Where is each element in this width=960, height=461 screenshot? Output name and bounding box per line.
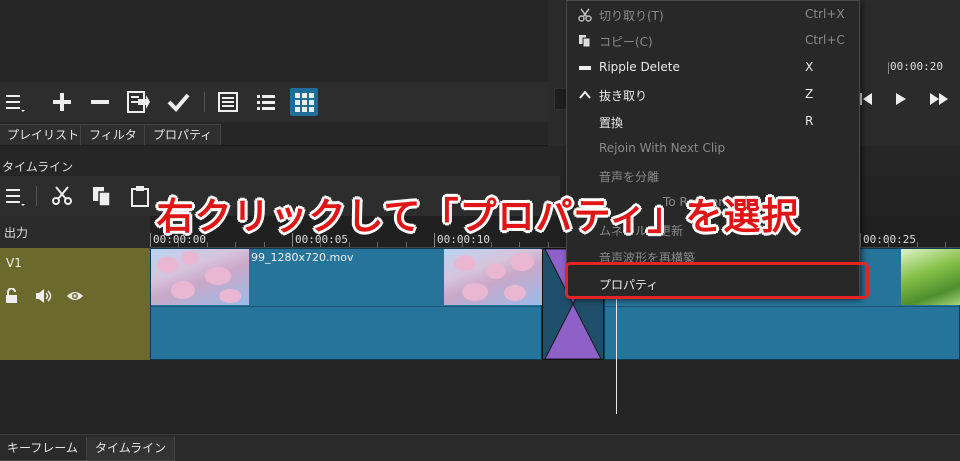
dock-tabs: プレイリスト フィルタ プロパティ [0, 122, 548, 146]
context-menu: 切り取り(T) Ctrl+X コピー(C) Ctrl+C Ripple Dele… [566, 0, 860, 298]
menu-item-label: 音声を分離 [599, 170, 660, 184]
bottom-tabs: キーフレーム タイムライン [0, 434, 960, 461]
list-view-icon[interactable] [252, 88, 280, 116]
menu-item-label: Rejoin With Next Clip [599, 141, 726, 155]
tab-properties[interactable]: プロパティ [144, 124, 222, 145]
tab-filters[interactable]: フィルタ [80, 124, 146, 145]
tiles-view-icon[interactable] [290, 88, 318, 116]
instruction-caption: 右クリックして「プロパティ」を選択 [156, 195, 800, 238]
toolbar-separator [36, 186, 37, 206]
ruler-label: 00:00:25 [863, 233, 916, 246]
clip-name: 99_1280x720.mov [251, 251, 354, 264]
menu-item-shortcut: Ctrl+C [805, 33, 845, 47]
ruler-tick [917, 242, 918, 247]
eye-icon[interactable] [66, 288, 84, 304]
ruler-tick [491, 242, 492, 247]
ruler-tick [264, 242, 265, 247]
skip-previous-icon[interactable] [860, 93, 872, 105]
ruler-tick [860, 233, 861, 247]
details-view-icon[interactable] [214, 88, 242, 116]
menu-item-ripple-delete[interactable]: Ripple Delete X [567, 55, 859, 81]
menu-item-label: 抜き取り [599, 89, 648, 103]
menu-item-cut[interactable]: 切り取り(T) Ctrl+X [567, 2, 859, 28]
ruler-tick [519, 242, 520, 247]
menu-item-lift[interactable]: 抜き取り Z [567, 82, 859, 108]
playlist-toolbar [0, 82, 548, 122]
ruler-tick [945, 242, 946, 247]
play-icon[interactable] [896, 93, 906, 105]
ruler-tick [349, 242, 350, 247]
ruler-tick [406, 242, 407, 247]
timeline-menu-icon[interactable] [0, 182, 28, 210]
clip-thumbnail-end [444, 249, 542, 305]
menu-item-shortcut: R [805, 114, 814, 128]
add-icon[interactable] [48, 88, 76, 116]
tab-playlist[interactable]: プレイリスト [0, 124, 89, 145]
update-icon[interactable] [124, 88, 152, 116]
menu-item-copy[interactable]: コピー(C) Ctrl+C [567, 28, 859, 54]
menu-icon[interactable] [0, 88, 28, 116]
minus-icon [577, 60, 593, 76]
menu-item-rejoin[interactable]: Rejoin With Next Clip [567, 136, 859, 162]
remove-icon[interactable] [86, 88, 114, 116]
menu-item-shortcut: Ctrl+X [805, 7, 845, 21]
copy-icon [577, 33, 593, 49]
menu-item-shortcut: Z [805, 87, 814, 101]
ruler-tick [548, 242, 549, 247]
track-v1-header[interactable]: V1 [0, 248, 150, 360]
clip-thumbnail-strip: 99_1280x720.mov [151, 249, 542, 307]
timeline-title-label: タイムライン [2, 160, 74, 174]
output-label: 出力 [4, 226, 29, 240]
ruler-tick [377, 242, 378, 247]
menu-item-replace[interactable]: 置換 R [567, 109, 859, 135]
clip-thumbnail-end [901, 249, 960, 305]
menu-item-label: コピー(C) [599, 35, 653, 49]
tab-timeline[interactable]: タイムライン [86, 437, 176, 461]
menu-item-label: Ripple Delete [599, 60, 680, 74]
toolbar-separator [204, 92, 205, 112]
ruler-tick [207, 242, 208, 247]
lock-icon[interactable] [4, 288, 20, 304]
video-clip[interactable]: 99_1280x720.mov [150, 248, 542, 360]
fast-forward-icon[interactable] [930, 93, 948, 105]
viewer-area [0, 0, 548, 82]
menu-item-label: 置換 [599, 116, 624, 130]
apply-icon[interactable] [164, 88, 192, 116]
audio-icon[interactable] [34, 288, 52, 304]
cut-icon[interactable] [48, 182, 76, 210]
tab-keyframes[interactable]: キーフレーム [0, 437, 87, 461]
clip-thumbnail-start [151, 249, 249, 305]
chevron-up-icon [577, 87, 593, 103]
ruler-tick [235, 242, 236, 247]
player-ruler-time: 00:00:20 [890, 60, 943, 73]
track-name: V1 [6, 256, 22, 270]
transport-controls [848, 82, 960, 118]
player-ruler-tick [888, 62, 889, 74]
scissors-icon [577, 7, 593, 23]
menu-item-shortcut: X [805, 60, 814, 74]
timeline-empty-area [0, 360, 960, 434]
highlight-box [565, 262, 869, 299]
menu-item-label: 切り取り(T) [599, 9, 664, 23]
